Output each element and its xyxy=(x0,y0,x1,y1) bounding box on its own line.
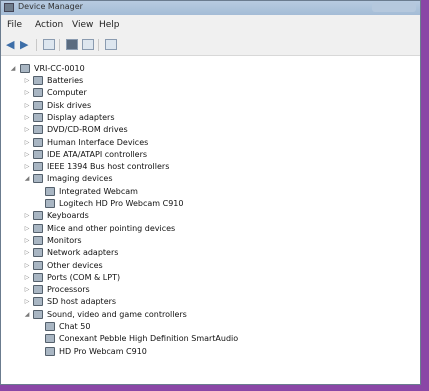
disk-drive-icon xyxy=(33,100,43,110)
tree-item-label: Mice and other pointing devices xyxy=(47,223,176,233)
computer-icon xyxy=(20,64,30,73)
help-icon[interactable] xyxy=(66,39,78,50)
collapsed-arrow-icon[interactable]: ▷ xyxy=(23,283,31,296)
tree-item-label: Keyboards xyxy=(47,211,89,221)
collapsed-arrow-icon[interactable]: ▷ xyxy=(23,259,31,272)
tree-item-label: Processors xyxy=(47,285,90,295)
device-tree: ◢ VRI-CC-0010 ▷ Batteries ▷ Computer ▷ Disk d… xyxy=(1,56,420,384)
collapsed-arrow-icon[interactable]: ▷ xyxy=(23,246,31,259)
forward-arrow-icon[interactable]: ▶ xyxy=(20,39,32,50)
tree-item-label: Human Interface Devices xyxy=(47,137,149,147)
battery-icon xyxy=(33,76,43,85)
collapsed-arrow-icon[interactable]: ▷ xyxy=(23,271,31,284)
mouse-icon xyxy=(33,223,43,233)
menu-action[interactable]: Action xyxy=(35,20,63,30)
tree-item-label: Monitors xyxy=(47,235,82,245)
toolbar-separator xyxy=(98,39,99,51)
tree-item-label: Imaging devices xyxy=(47,174,113,184)
window-controls[interactable] xyxy=(372,2,416,12)
scan-hardware-icon[interactable] xyxy=(105,39,117,50)
collapsed-arrow-icon[interactable]: ▷ xyxy=(23,209,31,222)
keyboard-icon xyxy=(33,211,43,221)
tree-item-label: Logitech HD Pro Webcam C910 xyxy=(59,199,184,208)
camera-icon xyxy=(33,174,43,184)
expanded-arrow-icon[interactable]: ◢ xyxy=(23,308,31,321)
toolbar-separator xyxy=(36,39,37,51)
dvd-drive-icon xyxy=(33,125,43,135)
tree-item-label: SD host adapters xyxy=(47,297,117,307)
webcam-icon xyxy=(45,199,55,208)
tree-item-label: Other devices xyxy=(47,260,103,270)
tree-item-label: Conexant Pebble High Definition SmartAud… xyxy=(59,334,239,344)
back-arrow-icon[interactable]: ◀ xyxy=(6,39,18,50)
toolbar: ◀ ▶ xyxy=(1,35,420,56)
collapsed-arrow-icon[interactable]: ▷ xyxy=(23,234,31,247)
webcam-icon xyxy=(45,186,55,196)
sd-adapter-icon xyxy=(33,297,43,307)
tree-item-label: IEEE 1394 Bus host controllers xyxy=(47,162,170,172)
toolbar-separator xyxy=(59,39,60,51)
device-manager-window: Device Manager File Action View Help ◀ ▶… xyxy=(0,0,421,385)
port-icon xyxy=(33,272,43,282)
audio-device-icon xyxy=(45,334,55,344)
collapsed-arrow-icon[interactable]: ▷ xyxy=(23,123,31,136)
tree-item-label: Batteries xyxy=(47,76,84,85)
collapsed-arrow-icon[interactable]: ▷ xyxy=(23,111,31,124)
tree-item-label: Chat 50 xyxy=(59,322,91,331)
computer-icon xyxy=(33,88,43,98)
monitor-icon xyxy=(33,235,43,245)
tree-item-label: Ports (COM & LPT) xyxy=(47,272,121,282)
display-adapter-icon xyxy=(33,112,43,122)
expanded-arrow-icon[interactable]: ◢ xyxy=(9,62,17,75)
firewire-icon xyxy=(33,162,43,172)
tree-item-label: Network adapters xyxy=(47,248,119,258)
menu-file[interactable]: File xyxy=(7,20,22,30)
tree-item-label: Sound, video and game controllers xyxy=(47,309,187,319)
tree-item-label: IDE ATA/ATAPI controllers xyxy=(47,149,148,159)
tree-item-label: DVD/CD-ROM drives xyxy=(47,125,128,135)
expanded-arrow-icon[interactable]: ◢ xyxy=(23,172,31,185)
collapsed-arrow-icon[interactable]: ▷ xyxy=(23,222,31,235)
console-tree-icon[interactable] xyxy=(82,39,94,50)
collapsed-arrow-icon[interactable]: ▷ xyxy=(23,99,31,112)
processor-icon xyxy=(33,285,43,295)
collapsed-arrow-icon[interactable]: ▷ xyxy=(23,86,31,99)
collapsed-arrow-icon[interactable]: ▷ xyxy=(23,295,31,308)
collapsed-arrow-icon[interactable]: ▷ xyxy=(23,136,31,149)
tree-item-label: Disk drives xyxy=(47,100,92,110)
collapsed-arrow-icon[interactable]: ▷ xyxy=(23,74,31,87)
title-bar[interactable]: Device Manager xyxy=(1,1,420,15)
tree-item-label: Computer xyxy=(47,88,87,98)
device-manager-icon xyxy=(4,3,14,12)
collapsed-arrow-icon[interactable]: ▷ xyxy=(23,148,31,161)
menu-bar: File Action View Help xyxy=(1,15,420,35)
network-adapter-icon xyxy=(33,248,43,258)
tree-item-label: Display adapters xyxy=(47,112,115,122)
tree-item-label: Integrated Webcam xyxy=(59,186,138,196)
tree-item-label: HD Pro Webcam C910 xyxy=(59,346,147,356)
properties-view-icon[interactable] xyxy=(43,39,55,50)
other-devices-icon xyxy=(33,260,43,270)
speaker-icon xyxy=(45,322,55,331)
collapsed-arrow-icon[interactable]: ▷ xyxy=(23,160,31,173)
hid-icon xyxy=(33,137,43,147)
window-title: Device Manager xyxy=(18,2,83,11)
audio-device-icon xyxy=(45,346,55,356)
menu-help[interactable]: Help xyxy=(99,20,120,30)
menu-view[interactable]: View xyxy=(72,20,93,30)
speaker-icon xyxy=(33,309,43,319)
ide-controller-icon xyxy=(33,149,43,159)
